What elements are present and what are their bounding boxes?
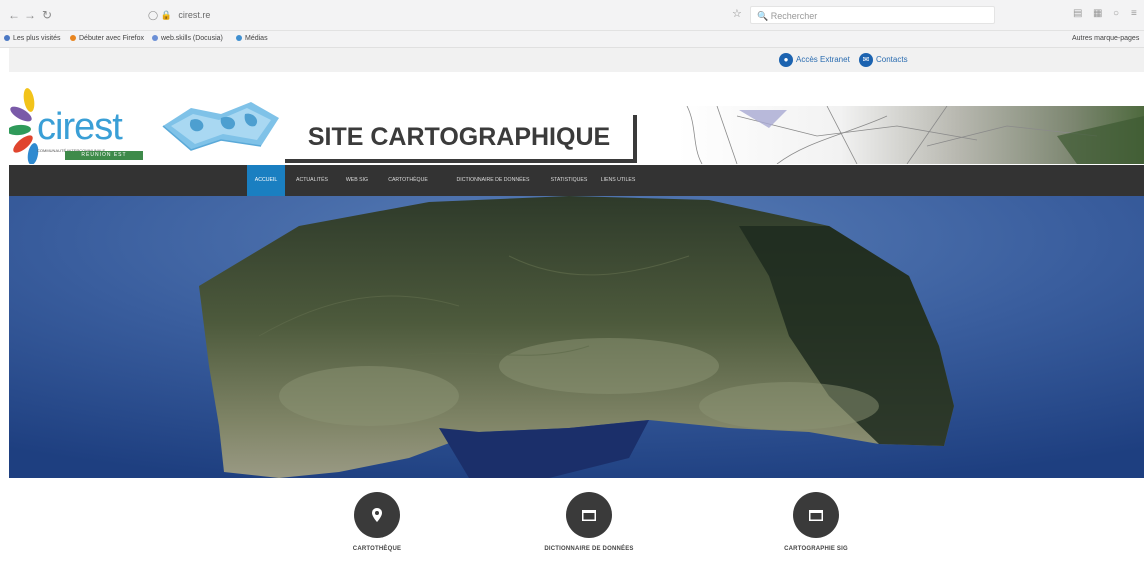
url-text: cirest.re xyxy=(178,10,211,20)
bookmark-icon xyxy=(152,35,158,41)
bookmark-item[interactable]: Médias xyxy=(236,34,268,44)
back-icon[interactable]: ← xyxy=(8,8,20,22)
address-bar[interactable]: ◯ 🔒 cirest.re xyxy=(148,7,708,23)
folder-icon xyxy=(236,35,242,41)
world-map-image xyxy=(162,102,279,151)
cirest-logo[interactable]: cirest COMMUNAUTÉ INTERCOMMUNALE RÉUNION… xyxy=(9,78,149,164)
menu-item-dictionnaire[interactable]: DICTIONNAIRE DE DONNÉES xyxy=(441,165,545,196)
top-bar: ● Accès Extranet ✉ Contacts xyxy=(9,48,1144,72)
menu-item-cartotheque[interactable]: CARTOTHÈQUE xyxy=(377,165,439,196)
page-title: SITE CARTOGRAPHIQUE xyxy=(285,115,637,163)
feature-circle xyxy=(354,492,400,538)
sidebar-icon[interactable]: ▦ xyxy=(1093,8,1102,20)
bookmarks-bar: Les plus visités Débuter avec Firefox we… xyxy=(0,31,1144,48)
feature-circle xyxy=(566,492,612,538)
menu-item-statistiques[interactable]: STATISTIQUES xyxy=(547,165,591,196)
bookmark-item[interactable]: Débuter avec Firefox xyxy=(70,34,144,44)
search-input[interactable]: 🔍 Rechercher xyxy=(750,6,995,24)
feature-cartotheque[interactable]: CARTOTHÈQUE xyxy=(297,492,457,552)
window-icon xyxy=(582,510,596,521)
window-icon xyxy=(809,510,823,521)
firefox-icon xyxy=(70,35,76,41)
menu-icon[interactable]: ≡ xyxy=(1131,8,1137,20)
search-icon: 🔍 xyxy=(757,11,769,21)
bookmark-icon xyxy=(4,35,10,41)
browser-toolbar: ← → ↻ ◯ 🔒 cirest.re ☆ 🔍 Rechercher ▤ ▦ ○… xyxy=(0,0,1144,31)
contacts-link[interactable]: ✉ Contacts xyxy=(859,52,908,68)
account-icon[interactable]: ○ xyxy=(1113,8,1119,20)
feature-label: CARTOGRAPHIE SIG xyxy=(784,546,848,552)
hero-island-image xyxy=(9,196,1144,478)
menu-item-accueil[interactable]: ACCUEIL xyxy=(247,165,285,196)
search-placeholder: Rechercher xyxy=(770,11,818,21)
shield-icon: ◯ xyxy=(148,10,159,20)
bookmark-item[interactable]: web.skills (Docusia) xyxy=(152,34,223,44)
bookmark-item[interactable]: Les plus visités xyxy=(4,34,60,44)
lock-icon: 🔒 xyxy=(160,10,172,20)
forward-icon[interactable]: → xyxy=(24,8,36,22)
feature-cartographie-sig[interactable]: CARTOGRAPHIE SIG xyxy=(736,492,896,552)
library-icon[interactable]: ▤ xyxy=(1073,8,1082,20)
main-menu: ACCUEIL ACTUALITÉS WEB SIG CARTOTHÈQUE D… xyxy=(9,165,1144,196)
site-header: cirest COMMUNAUTÉ INTERCOMMUNALE RÉUNION… xyxy=(9,72,1144,165)
feature-dictionnaire[interactable]: DICTIONNAIRE DE DONNÉES xyxy=(509,492,669,552)
reload-icon[interactable]: ↻ xyxy=(42,8,52,22)
extranet-link[interactable]: ● Accès Extranet xyxy=(779,52,850,68)
features-section: CARTOTHÈQUE DICTIONNAIRE DE DONNÉES CART… xyxy=(9,478,1144,569)
aerial-map-image xyxy=(677,106,1144,164)
user-icon: ● xyxy=(779,52,793,67)
feature-label: DICTIONNAIRE DE DONNÉES xyxy=(544,546,634,552)
webpage: ● Accès Extranet ✉ Contacts cirest COMMUNA… xyxy=(9,48,1144,569)
menu-item-web-sig[interactable]: WEB SIG xyxy=(339,165,375,196)
other-bookmarks[interactable]: Autres marque-pages xyxy=(1072,34,1139,44)
star-icon[interactable]: ☆ xyxy=(732,8,742,20)
feature-circle xyxy=(793,492,839,538)
map-pin-icon xyxy=(372,508,382,522)
menu-item-actualites[interactable]: ACTUALITÉS xyxy=(287,165,337,196)
mail-icon: ✉ xyxy=(859,52,873,67)
menu-item-liens-utiles[interactable]: LIENS UTILES xyxy=(593,165,643,196)
feature-label: CARTOTHÈQUE xyxy=(352,546,402,552)
